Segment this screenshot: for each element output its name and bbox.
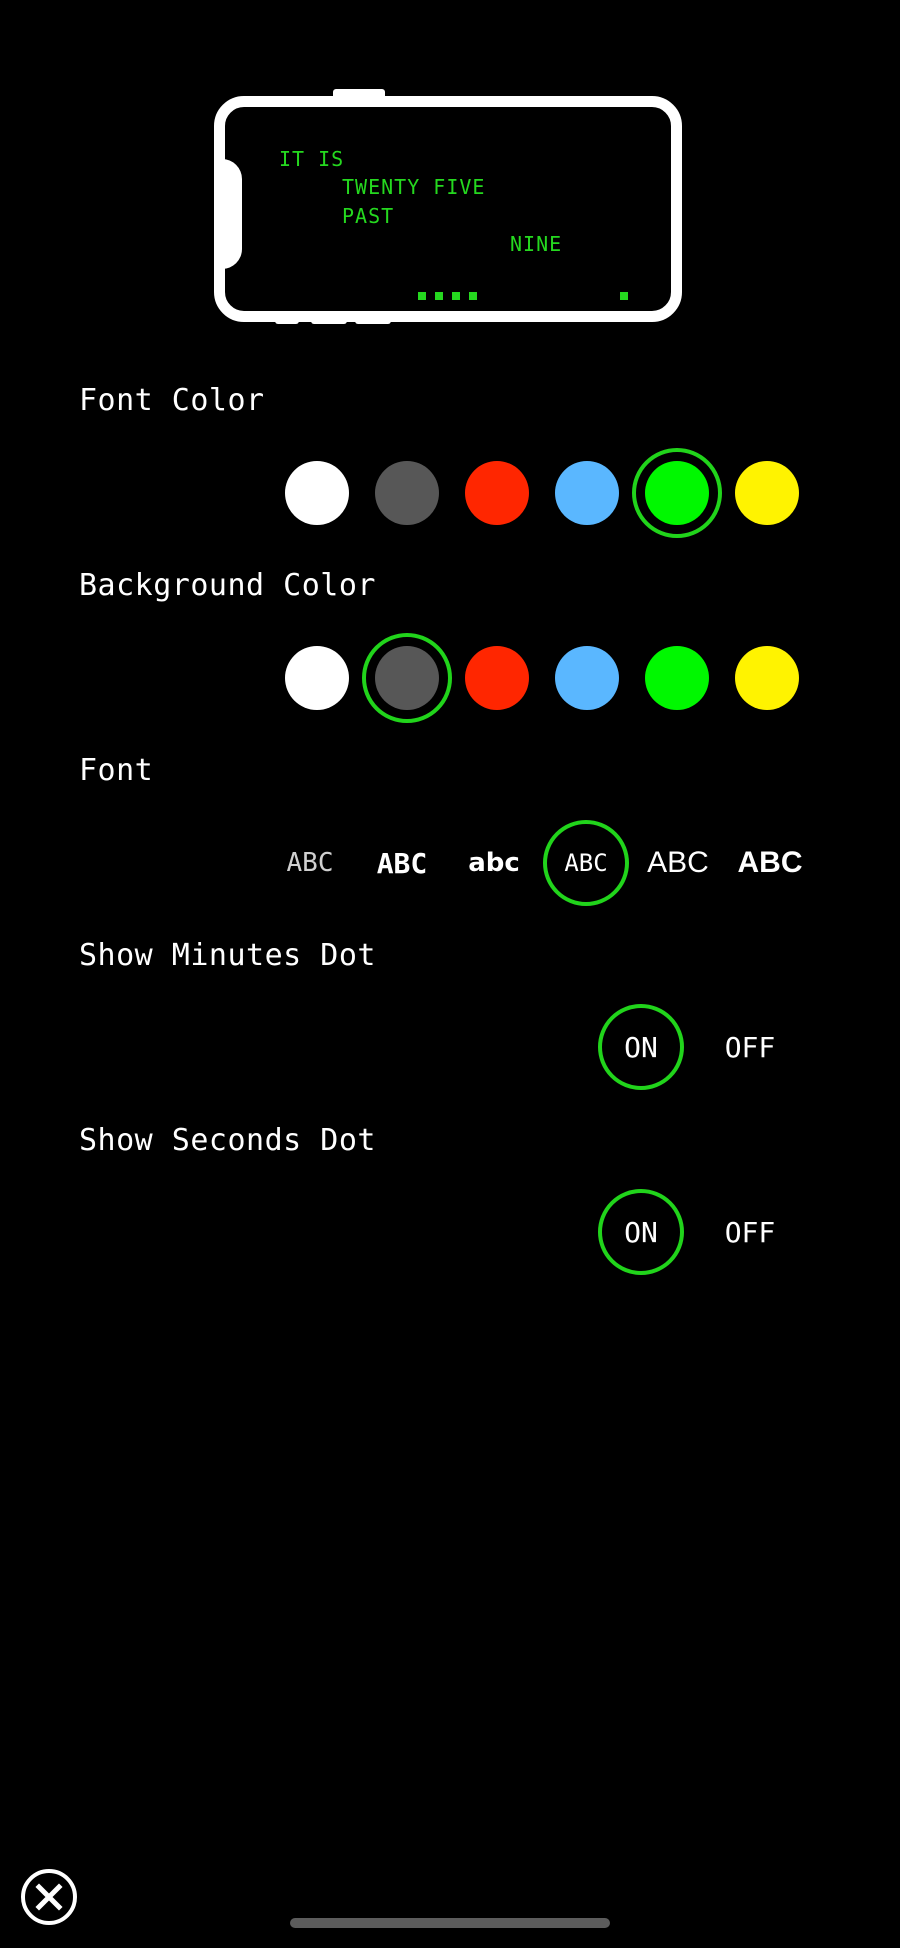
phone-volume-button bbox=[311, 316, 347, 324]
seconds-dot-toggle: ON OFF bbox=[598, 1187, 790, 1277]
font-color-white-option[interactable] bbox=[272, 448, 362, 538]
minute-dot bbox=[435, 292, 443, 300]
color-swatch bbox=[645, 461, 709, 525]
preview-text-past: PAST bbox=[342, 204, 395, 228]
preview-text-it-is: IT IS bbox=[279, 147, 345, 171]
background-color-label: Background Color bbox=[79, 568, 376, 603]
color-swatch bbox=[465, 646, 529, 710]
background-color-blue-option[interactable] bbox=[542, 633, 632, 723]
color-swatch bbox=[465, 461, 529, 525]
color-swatch bbox=[555, 646, 619, 710]
color-swatch bbox=[285, 646, 349, 710]
preview-text-minutes: TWENTY FIVE bbox=[342, 175, 486, 199]
phone-notch bbox=[214, 159, 242, 269]
background-color-options bbox=[272, 633, 812, 723]
font-label: Font bbox=[79, 753, 154, 788]
preview-seconds-dot bbox=[620, 292, 628, 300]
phone-volume-button bbox=[355, 316, 391, 324]
font-options: ABC ABC abc ABC ABC ABC bbox=[264, 818, 816, 908]
show-minutes-dot-label: Show Minutes Dot bbox=[79, 938, 376, 973]
color-swatch bbox=[285, 461, 349, 525]
seconds-dot-on-button[interactable]: ON bbox=[598, 1189, 684, 1275]
background-color-red-option[interactable] bbox=[452, 633, 542, 723]
seconds-dot-off-button[interactable]: OFF bbox=[710, 1189, 790, 1275]
font-option-sans[interactable]: ABC bbox=[632, 818, 724, 908]
font-color-blue-option[interactable] bbox=[542, 448, 632, 538]
color-swatch bbox=[735, 646, 799, 710]
preview-minutes-dots bbox=[418, 292, 477, 300]
close-icon bbox=[35, 1883, 63, 1911]
minutes-dot-toggle: ON OFF bbox=[598, 1002, 790, 1092]
color-swatch bbox=[375, 461, 439, 525]
color-swatch bbox=[735, 461, 799, 525]
font-option-digital[interactable]: ABC bbox=[543, 820, 629, 906]
font-option-pixel-bold[interactable]: ABC bbox=[356, 818, 448, 908]
show-seconds-dot-label: Show Seconds Dot bbox=[79, 1123, 376, 1158]
home-indicator bbox=[290, 1918, 610, 1928]
minutes-dot-off-button[interactable]: OFF bbox=[710, 1004, 790, 1090]
minute-dot bbox=[452, 292, 460, 300]
phone-side-button bbox=[333, 89, 385, 99]
close-button[interactable] bbox=[21, 1869, 77, 1925]
font-color-green-option[interactable] bbox=[632, 448, 722, 538]
background-color-gray-option[interactable] bbox=[362, 633, 452, 723]
color-swatch bbox=[555, 461, 619, 525]
clock-preview-phone: IT IS TWENTY FIVE PAST NINE bbox=[214, 89, 682, 324]
font-option-dotted[interactable]: ABC bbox=[264, 818, 356, 908]
color-swatch bbox=[645, 646, 709, 710]
minute-dot bbox=[469, 292, 477, 300]
font-color-red-option[interactable] bbox=[452, 448, 542, 538]
font-color-options bbox=[272, 448, 812, 538]
background-color-white-option[interactable] bbox=[272, 633, 362, 723]
font-color-label: Font Color bbox=[79, 383, 265, 418]
font-color-yellow-option[interactable] bbox=[722, 448, 812, 538]
second-dot bbox=[620, 292, 628, 300]
font-option-bold-sans[interactable]: ABC bbox=[724, 818, 816, 908]
minutes-dot-on-button[interactable]: ON bbox=[598, 1004, 684, 1090]
font-color-gray-option[interactable] bbox=[362, 448, 452, 538]
background-color-green-option[interactable] bbox=[632, 633, 722, 723]
color-swatch bbox=[375, 646, 439, 710]
phone-volume-button bbox=[275, 316, 299, 324]
minute-dot bbox=[418, 292, 426, 300]
preview-text-hour: NINE bbox=[510, 232, 563, 256]
background-color-yellow-option[interactable] bbox=[722, 633, 812, 723]
font-option-lowercase[interactable]: abc bbox=[448, 818, 540, 908]
